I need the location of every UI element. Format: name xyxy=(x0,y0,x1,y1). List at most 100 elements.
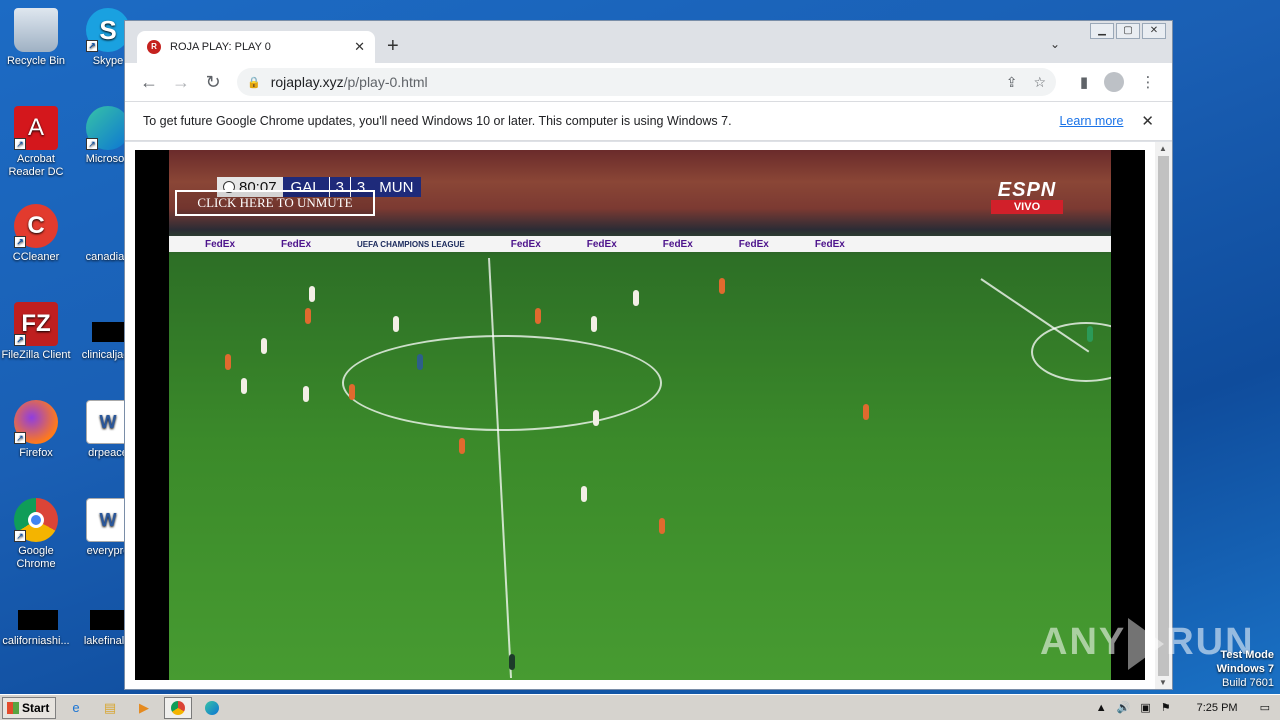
page-scrollbar[interactable]: ▲ ▼ xyxy=(1155,142,1172,689)
tray-expand-icon[interactable]: ▲ xyxy=(1096,702,1107,714)
footballer xyxy=(719,278,725,294)
menu-kebab-icon[interactable]: ⋮ xyxy=(1134,73,1162,91)
desktop-icon-acrobat[interactable]: A ↗ Acrobat Reader DC xyxy=(0,106,72,179)
browser-toolbar: ← → ↻ 🔒 rojaplay.xyz/p/play-0.html ⇪ ☆ ▮… xyxy=(125,63,1172,101)
scroll-down-icon[interactable]: ▼ xyxy=(1159,678,1167,687)
referee xyxy=(417,354,423,370)
page-viewport: FedEx FedEx UEFA CHAMPIONS LEAGUE FedEx … xyxy=(125,142,1172,689)
share-icon[interactable]: ⇪ xyxy=(1006,74,1018,91)
desktop-icon-recycle-bin[interactable]: Recycle Bin xyxy=(0,8,72,68)
new-tab-button[interactable]: + xyxy=(387,35,399,58)
windows-version: Windows 7 xyxy=(1216,663,1274,675)
browser-tab[interactable]: R ROJA PLAY: PLAY 0 ✕ xyxy=(137,31,375,63)
espn-logo: ESPN xyxy=(997,179,1057,201)
desktop-icon-firefox[interactable]: ↗ Firefox xyxy=(0,400,72,460)
test-mode-notice: Test Mode Windows 7 Build 7601 xyxy=(1217,648,1274,690)
footballer xyxy=(593,410,599,426)
footballer xyxy=(241,378,247,394)
forward-button[interactable]: → xyxy=(167,68,195,96)
start-label: Start xyxy=(22,700,50,715)
footballer xyxy=(633,290,639,306)
ad-text: FedEx xyxy=(205,238,236,250)
away-team: MUN xyxy=(371,177,422,197)
footballer xyxy=(225,354,231,370)
roja-favicon-icon: R xyxy=(147,40,161,54)
minimize-button[interactable]: ▁ xyxy=(1090,23,1114,39)
desktop-icon-californiashi[interactable]: californiashi... xyxy=(0,608,72,648)
footballer xyxy=(459,438,465,454)
filezilla-icon: FZ ↗ xyxy=(14,302,58,346)
desktop-icon-filezilla[interactable]: FZ ↗ FileZilla Client xyxy=(0,302,72,362)
footballer xyxy=(535,308,541,324)
ad-text: FedEx xyxy=(738,238,769,250)
learn-more-link[interactable]: Learn more xyxy=(1059,114,1123,128)
show-desktop-icon[interactable]: ▭ xyxy=(1260,701,1270,714)
footballer xyxy=(509,654,515,670)
footballer xyxy=(581,486,587,502)
goalkeeper xyxy=(1087,326,1093,342)
video-player[interactable]: FedEx FedEx UEFA CHAMPIONS LEAGUE FedEx … xyxy=(135,150,1145,680)
profile-avatar[interactable] xyxy=(1104,72,1124,92)
footballer xyxy=(659,518,665,534)
ad-text: FedEx xyxy=(814,238,845,250)
system-clock[interactable]: 7:25 PM xyxy=(1197,702,1238,714)
side-panel-icon[interactable]: ▮ xyxy=(1070,73,1098,91)
penalty-arc xyxy=(1031,322,1111,382)
chrome-icon: ↗ xyxy=(14,498,58,542)
footballer xyxy=(349,384,355,400)
chrome-window: ▁ ▢ ✕ R ROJA PLAY: PLAY 0 ✕ + ⌄ ← → ↻ 🔒 … xyxy=(124,20,1173,690)
tab-close-icon[interactable]: ✕ xyxy=(354,39,365,55)
test-mode-line: Test Mode xyxy=(1220,649,1274,661)
back-button[interactable]: ← xyxy=(135,68,163,96)
network-icon[interactable]: ▣ xyxy=(1140,701,1150,714)
desktop-icon-chrome[interactable]: ↗ Google Chrome xyxy=(0,498,72,571)
media-player-icon[interactable]: ▶ xyxy=(130,697,158,719)
footballer xyxy=(261,338,267,354)
firefox-icon: ↗ xyxy=(14,400,58,444)
bookmark-star-icon[interactable]: ☆ xyxy=(1033,74,1046,91)
ad-text: FedEx xyxy=(510,238,541,250)
edge-taskbar-icon[interactable] xyxy=(198,697,226,719)
live-badge: VIVO xyxy=(991,200,1063,214)
footballer xyxy=(309,286,315,302)
tab-search-chevron-icon[interactable]: ⌄ xyxy=(1050,37,1060,51)
ad-text: FedEx xyxy=(281,238,312,250)
acrobat-icon: A ↗ xyxy=(14,106,58,150)
halfway-line xyxy=(487,258,513,678)
reload-button[interactable]: ↻ xyxy=(199,68,227,96)
ad-boards: FedEx FedEx UEFA CHAMPIONS LEAGUE FedEx … xyxy=(169,236,1111,252)
close-window-button[interactable]: ✕ xyxy=(1142,23,1166,39)
update-infobar: To get future Google Chrome updates, you… xyxy=(125,101,1172,141)
lock-icon[interactable]: 🔒 xyxy=(247,76,261,89)
ie-icon[interactable]: e xyxy=(62,697,90,719)
url-host: rojaplay.xyz xyxy=(270,74,344,90)
start-button[interactable]: Start xyxy=(2,696,56,719)
volume-icon[interactable]: 🔊 xyxy=(1117,701,1131,714)
scrollbar-thumb[interactable] xyxy=(1158,156,1169,676)
recycle-bin-icon xyxy=(14,8,58,52)
window-controls: ▁ ▢ ✕ xyxy=(1090,23,1166,39)
infobar-close-icon[interactable]: ✕ xyxy=(1141,112,1154,130)
broadcaster-logo: ESPN VIVO xyxy=(991,180,1063,214)
play-logo-icon xyxy=(1128,618,1165,670)
scroll-up-icon[interactable]: ▲ xyxy=(1159,144,1167,153)
chrome-taskbar-icon[interactable] xyxy=(164,696,192,719)
footballer xyxy=(591,316,597,332)
desktop-icon-ccleaner[interactable]: C ↗ CCleaner xyxy=(0,204,72,264)
windows-flag-icon xyxy=(7,701,19,714)
maximize-button[interactable]: ▢ xyxy=(1116,23,1140,39)
explorer-icon[interactable]: ▤ xyxy=(96,697,124,719)
footballer xyxy=(305,308,311,324)
ccleaner-icon: C ↗ xyxy=(14,204,58,248)
taskbar: Start e ▤ ▶ ▲ 🔊 ▣ ⚑ 7:25 PM ▭ xyxy=(0,694,1280,720)
centre-circle xyxy=(342,335,662,431)
ad-text: FedEx xyxy=(586,238,617,250)
video-frame[interactable]: FedEx FedEx UEFA CHAMPIONS LEAGUE FedEx … xyxy=(169,150,1111,680)
build-number: Build 7601 xyxy=(1222,677,1274,689)
document-icon xyxy=(14,608,58,632)
address-bar[interactable]: 🔒 rojaplay.xyz/p/play-0.html ⇪ ☆ xyxy=(237,68,1056,96)
unmute-button[interactable]: CLICK HERE TO UNMUTE xyxy=(175,190,375,216)
url-text[interactable]: rojaplay.xyz/p/play-0.html xyxy=(271,74,990,90)
action-center-flag-icon[interactable]: ⚑ xyxy=(1161,701,1171,714)
footballer xyxy=(393,316,399,332)
